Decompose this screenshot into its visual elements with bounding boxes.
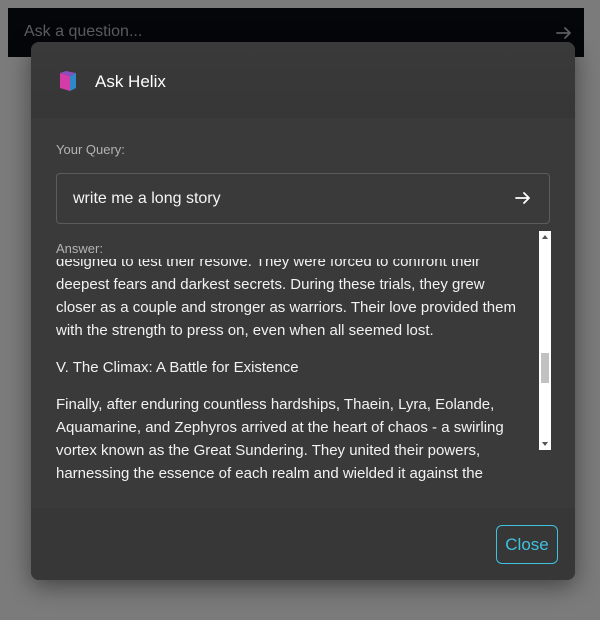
answer-scrollbar[interactable] xyxy=(539,231,551,450)
query-label: Your Query: xyxy=(56,142,125,157)
background-search-placeholder: Ask a question... xyxy=(24,23,143,40)
arrow-right-icon xyxy=(556,27,571,39)
book-icon xyxy=(60,71,76,91)
scroll-down-arrow-icon[interactable] xyxy=(539,438,551,450)
answer-content: designed to test their resolve. They wer… xyxy=(56,259,526,481)
answer-label: Answer: xyxy=(56,241,103,256)
dialog-header: Ask Helix xyxy=(31,42,575,119)
close-button[interactable]: Close xyxy=(496,525,558,564)
dialog-footer: Close xyxy=(31,508,575,580)
scroll-up-arrow-icon[interactable] xyxy=(539,231,551,243)
query-input[interactable]: write me a long story xyxy=(56,173,550,224)
answer-paragraph: designed to test their resolve. They wer… xyxy=(56,259,516,339)
dialog-title: Ask Helix xyxy=(95,72,166,91)
answer-paragraph: Finally, after enduring countless hardsh… xyxy=(56,396,504,481)
answer-heading: V. The Climax: A Battle for Existence xyxy=(56,359,299,376)
answer-text-area[interactable]: designed to test their resolve. They wer… xyxy=(56,259,539,481)
query-value: write me a long story xyxy=(73,190,221,207)
arrow-right-icon[interactable] xyxy=(513,188,533,208)
ask-dialog: Ask Helix Your Query: write me a long st… xyxy=(31,42,575,580)
scrollbar-thumb[interactable] xyxy=(541,353,549,383)
dialog-body: Your Query: write me a long story Answer… xyxy=(31,118,575,508)
